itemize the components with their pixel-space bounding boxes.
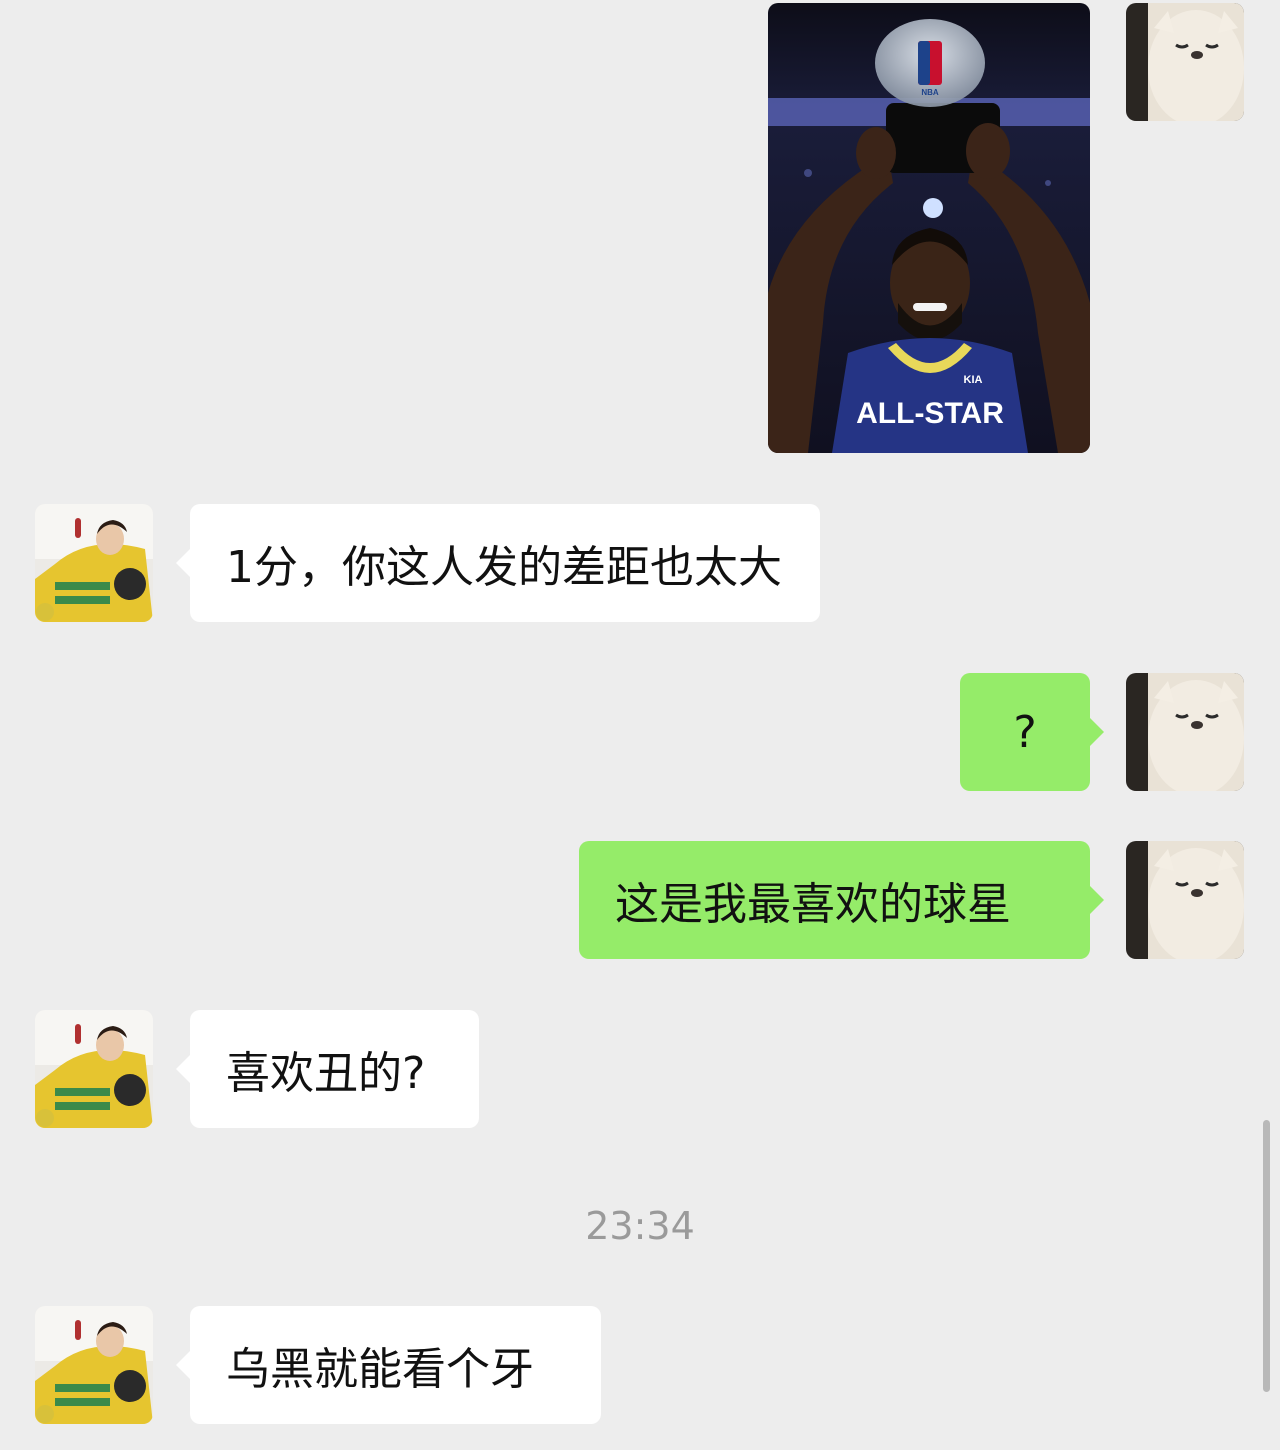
sponsor-text: KIA [964, 374, 983, 386]
contact-avatar[interactable] [35, 1010, 153, 1128]
girl-avatar-icon [35, 1010, 153, 1128]
incoming-message-bubble[interactable]: 1分，你这人发的差距也太大 [176, 504, 820, 622]
message-text: 乌黑就能看个牙 [226, 1344, 534, 1395]
scrollbar[interactable] [1263, 1120, 1270, 1392]
incoming-message-bubble[interactable]: 喜欢丑的? [176, 1010, 479, 1128]
girl-avatar-icon [35, 504, 153, 622]
outgoing-message-bubble[interactable]: 这是我最喜欢的球星 [579, 841, 1104, 959]
message-timestamp: 23:34 [585, 1204, 695, 1248]
outgoing-message-bubble[interactable]: ? [960, 673, 1104, 791]
message-text: ? [1013, 706, 1037, 758]
message-text: 1分，你这人发的差距也太大 [226, 542, 782, 593]
jersey-text: ALL-STAR [856, 397, 1004, 430]
incoming-message-bubble[interactable]: 乌黑就能看个牙 [176, 1306, 601, 1424]
white-dog-icon [1126, 3, 1244, 121]
self-avatar[interactable] [1126, 673, 1244, 791]
message-text: 喜欢丑的? [226, 1048, 426, 1099]
message-text: 这是我最喜欢的球星 [615, 879, 1011, 930]
trophy-logo-text: NBA [921, 88, 939, 97]
image-message[interactable]: ALL-STAR KIA NBA [768, 3, 1090, 453]
white-dog-icon [1126, 673, 1244, 791]
white-dog-icon [1126, 841, 1244, 959]
girl-avatar-icon [35, 1306, 153, 1424]
contact-avatar[interactable] [35, 504, 153, 622]
self-avatar[interactable] [1126, 841, 1244, 959]
self-avatar[interactable] [1126, 3, 1244, 121]
trophy-photo: ALL-STAR KIA NBA [768, 3, 1090, 453]
contact-avatar[interactable] [35, 1306, 153, 1424]
